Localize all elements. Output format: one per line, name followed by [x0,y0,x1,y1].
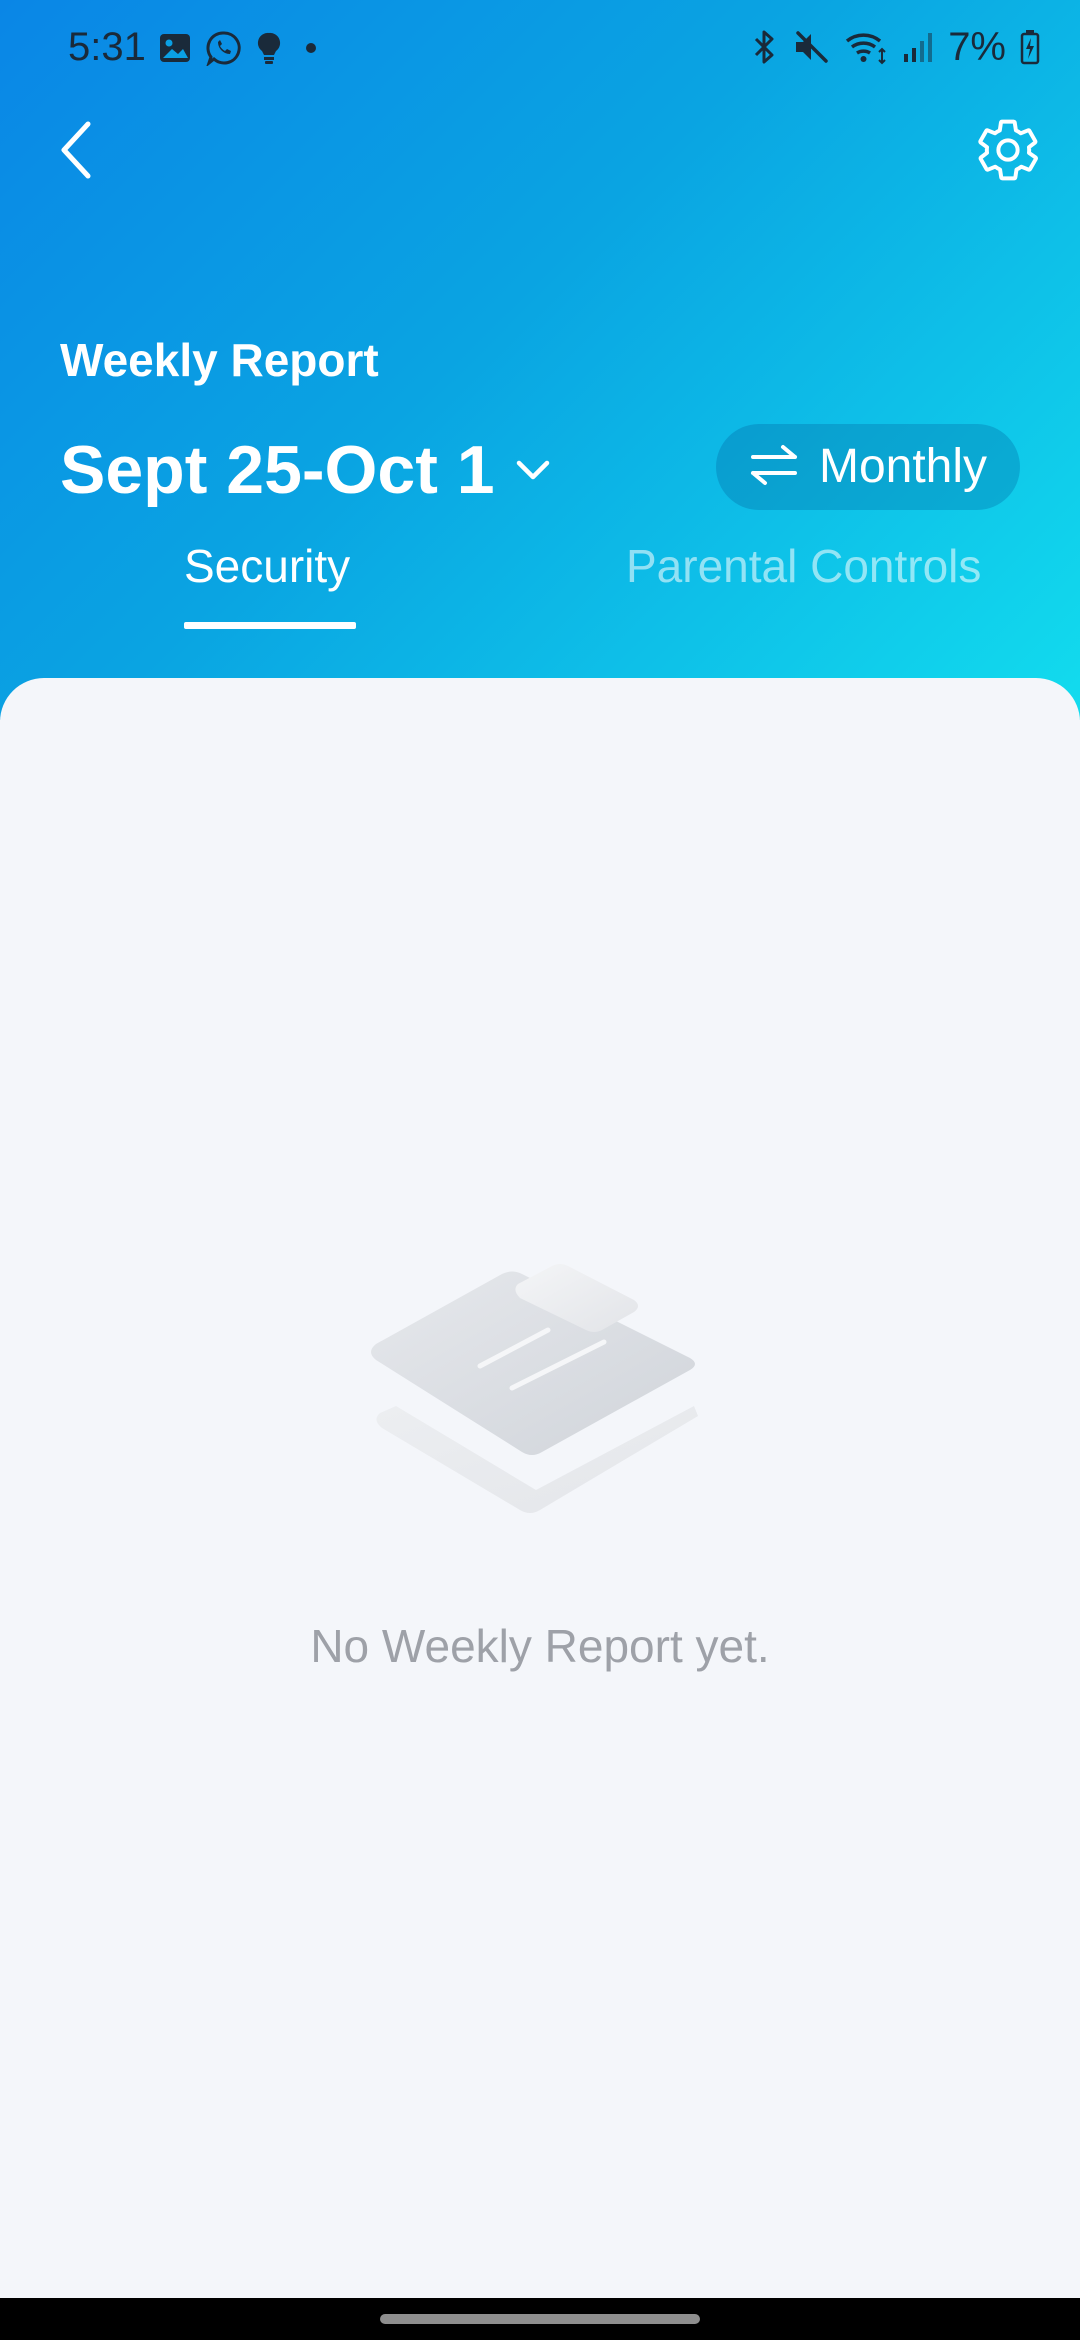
tab-security-label: Security [184,540,351,592]
system-nav-bar [0,2298,1080,2340]
signal-icon [902,30,934,64]
status-time: 5:31 [68,25,146,69]
tab-security[interactable]: Security [184,530,356,640]
battery-icon [1020,29,1040,65]
tab-bar: Security Parental Controls [0,530,1080,640]
swap-arrows-icon [749,443,799,492]
status-bar: 5:31 7% [0,0,1080,96]
wifi-icon [844,29,888,65]
report-content: No Weekly Report yet. [0,678,1080,2298]
back-button[interactable] [44,110,108,194]
status-right: 7% [750,22,1040,72]
bulb-icon [256,31,282,65]
chevron-left-icon [56,118,96,187]
empty-state-message: No Weekly Report yet. [310,1620,770,1672]
header: 5:31 7% Weekly Report Sept 25-Oct 1 Mont… [0,0,1080,720]
gallery-icon [158,31,192,65]
tab-parental-controls[interactable]: Parental Controls [626,530,981,640]
date-range-label: Sept 25-Oct 1 [60,432,495,508]
status-left-icons [158,30,326,66]
gear-icon [974,116,1042,189]
monthly-toggle-label: Monthly [818,440,988,493]
date-range-selector[interactable]: Sept 25-Oct 1 [60,430,551,510]
tab-parental-controls-label: Parental Controls [626,540,982,592]
home-handle[interactable] [380,2314,700,2324]
battery-percent: 7% [948,25,1006,69]
whatsapp-icon [206,30,242,66]
bluetooth-icon [750,29,778,65]
report-title: Weekly Report [60,334,379,386]
settings-button[interactable] [964,110,1052,194]
chevron-down-icon [515,458,551,482]
monthly-toggle-button[interactable]: Monthly [716,424,1020,510]
empty-report-illustration [360,1218,720,1543]
dot-icon [296,33,326,63]
active-tab-indicator [184,622,356,629]
mute-icon [792,29,830,65]
